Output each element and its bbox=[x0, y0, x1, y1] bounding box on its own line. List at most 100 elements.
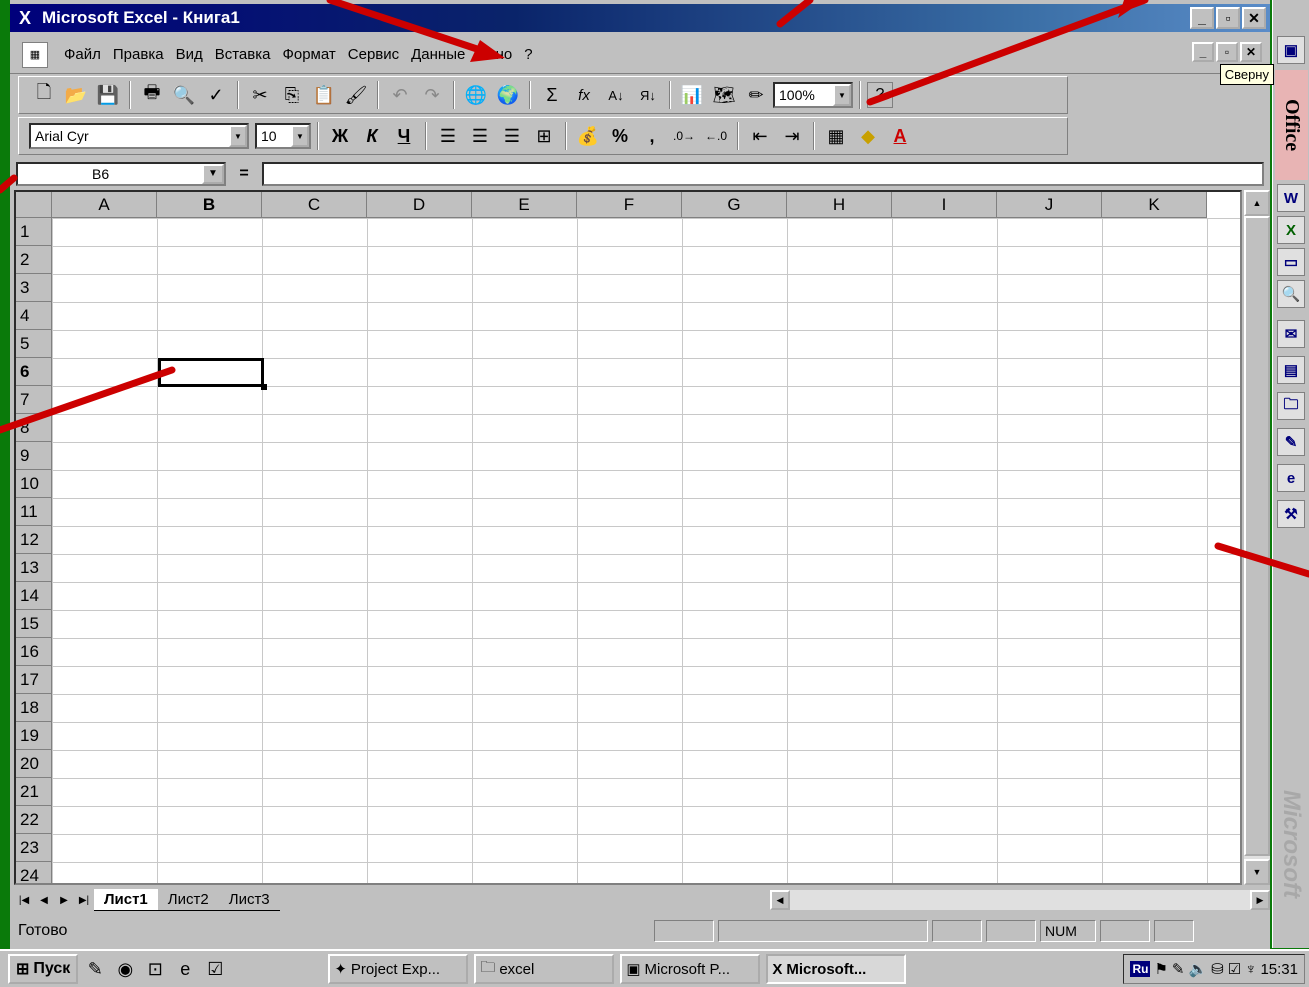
autosum-icon[interactable]: Σ bbox=[537, 80, 567, 110]
start-button[interactable]: ⊞ Пуск bbox=[8, 954, 79, 984]
save-icon[interactable]: 💾 bbox=[93, 80, 123, 110]
paste-icon[interactable]: 📋 bbox=[309, 80, 339, 110]
sort-descending-icon[interactable]: Я↓ bbox=[633, 80, 663, 110]
horizontal-scrollbar[interactable]: ◀ ▶ bbox=[770, 890, 1270, 910]
column-header[interactable]: I bbox=[892, 192, 997, 218]
comma-button[interactable]: , bbox=[637, 121, 667, 151]
decrease-indent-icon[interactable]: ⇤ bbox=[745, 121, 775, 151]
sheet-tab-1[interactable]: Лист1 bbox=[94, 889, 158, 911]
scroll-up-icon[interactable]: ▲ bbox=[1244, 190, 1270, 216]
column-header[interactable]: H bbox=[787, 192, 892, 218]
underline-button[interactable]: Ч bbox=[389, 121, 419, 151]
equals-button[interactable]: = bbox=[226, 165, 262, 183]
maximize-button[interactable]: ▫ bbox=[1216, 7, 1240, 29]
menu-help[interactable]: ? bbox=[518, 46, 538, 63]
align-right-icon[interactable]: ☰ bbox=[497, 121, 527, 151]
name-box[interactable]: B6 ▼ bbox=[16, 162, 226, 186]
sort-ascending-icon[interactable]: A↓ bbox=[601, 80, 631, 110]
undo-icon[interactable]: ↶ bbox=[385, 80, 415, 110]
menu-edit[interactable]: Правка bbox=[107, 46, 170, 63]
next-sheet-icon[interactable]: ▶ bbox=[54, 890, 74, 910]
excel-icon[interactable]: X bbox=[1277, 216, 1305, 244]
vertical-scrollbar[interactable]: ▲ ▼ bbox=[1244, 190, 1270, 885]
menu-tools[interactable]: Сервис bbox=[342, 46, 405, 63]
chevron-down-icon[interactable]: ▼ bbox=[291, 125, 309, 147]
increase-decimal-icon[interactable]: .0→ bbox=[669, 121, 699, 151]
row-header[interactable]: 11 bbox=[16, 498, 52, 526]
row-header[interactable]: 6 bbox=[16, 358, 52, 386]
quicklaunch-icon[interactable]: ◉ bbox=[112, 956, 138, 982]
row-header[interactable]: 8 bbox=[16, 414, 52, 442]
menu-data[interactable]: Данные bbox=[405, 46, 471, 63]
title-bar[interactable]: X Microsoft Excel - Книга1 _ ▫ ✕ bbox=[10, 4, 1270, 32]
tray-icon[interactable]: ⚑ bbox=[1154, 960, 1167, 978]
cell-area[interactable] bbox=[52, 218, 1240, 883]
row-header[interactable]: 22 bbox=[16, 806, 52, 834]
row-header[interactable]: 5 bbox=[16, 330, 52, 358]
align-left-icon[interactable]: ☰ bbox=[433, 121, 463, 151]
sheet-tab-3[interactable]: Лист3 bbox=[218, 889, 280, 911]
row-header[interactable]: 23 bbox=[16, 834, 52, 862]
column-header[interactable]: F bbox=[577, 192, 682, 218]
row-header[interactable]: 24 bbox=[16, 862, 52, 883]
row-header[interactable]: 17 bbox=[16, 666, 52, 694]
currency-icon[interactable]: 💰 bbox=[573, 121, 603, 151]
format-painter-icon[interactable]: 🖌 bbox=[341, 80, 371, 110]
doc-minimize-button[interactable]: _ bbox=[1192, 42, 1214, 62]
row-header[interactable]: 2 bbox=[16, 246, 52, 274]
merge-center-icon[interactable]: ⊞ bbox=[529, 121, 559, 151]
doc-restore-button[interactable]: ▫ bbox=[1216, 42, 1238, 62]
prev-sheet-icon[interactable]: ◀ bbox=[34, 890, 54, 910]
print-preview-icon[interactable]: 🔍 bbox=[169, 80, 199, 110]
column-header[interactable]: D bbox=[367, 192, 472, 218]
row-header[interactable]: 14 bbox=[16, 582, 52, 610]
fill-color-icon[interactable]: ◆ bbox=[853, 121, 883, 151]
column-header[interactable]: E bbox=[472, 192, 577, 218]
scroll-left-icon[interactable]: ◀ bbox=[770, 890, 790, 910]
open-icon[interactable]: 📂 bbox=[61, 80, 91, 110]
menu-file[interactable]: Файл bbox=[58, 46, 107, 63]
internet-explorer-icon[interactable]: e bbox=[1277, 464, 1305, 492]
row-header[interactable]: 20 bbox=[16, 750, 52, 778]
scroll-down-icon[interactable]: ▼ bbox=[1244, 859, 1270, 885]
close-button[interactable]: ✕ bbox=[1242, 7, 1266, 29]
italic-button[interactable]: К bbox=[357, 121, 387, 151]
note-icon[interactable]: ✎ bbox=[1277, 428, 1305, 456]
new-icon[interactable]: 🗋 bbox=[29, 80, 59, 110]
task-excel-folder[interactable]: 🗀 excel bbox=[474, 954, 615, 984]
bold-button[interactable]: Ж bbox=[325, 121, 355, 151]
drawing-icon[interactable]: ✏ bbox=[741, 80, 771, 110]
volume-icon[interactable]: 🔈 bbox=[1188, 960, 1207, 978]
print-icon[interactable]: 🖶 bbox=[137, 80, 167, 110]
doc-close-button[interactable]: ✕ bbox=[1240, 42, 1262, 62]
zoom-select[interactable]: 100% ▼ bbox=[773, 82, 853, 108]
menu-view[interactable]: Вид bbox=[170, 46, 209, 63]
column-header[interactable]: G bbox=[682, 192, 787, 218]
column-header[interactable]: C bbox=[262, 192, 367, 218]
quicklaunch-icon[interactable]: ✎ bbox=[82, 956, 108, 982]
chart-wizard-icon[interactable]: 📊 bbox=[677, 80, 707, 110]
outlook-icon[interactable]: ✉ bbox=[1277, 320, 1305, 348]
row-header[interactable]: 4 bbox=[16, 302, 52, 330]
chevron-down-icon[interactable]: ▼ bbox=[229, 125, 247, 147]
formula-input[interactable] bbox=[262, 162, 1264, 186]
document-icon[interactable]: ▦ bbox=[22, 41, 48, 68]
menu-window[interactable]: Окно bbox=[471, 46, 518, 63]
chevron-down-icon[interactable]: ▼ bbox=[833, 84, 851, 106]
explorer-icon[interactable]: 🗀 bbox=[1277, 392, 1305, 420]
row-header[interactable]: 18 bbox=[16, 694, 52, 722]
redo-icon[interactable]: ↷ bbox=[417, 80, 447, 110]
help-icon[interactable]: ? bbox=[867, 82, 893, 108]
sheet-tab-2[interactable]: Лист2 bbox=[157, 889, 219, 911]
web-toolbar-icon[interactable]: 🌍 bbox=[493, 80, 523, 110]
internet-explorer-icon[interactable]: e bbox=[172, 956, 198, 982]
row-header[interactable]: 3 bbox=[16, 274, 52, 302]
scroll-thumb[interactable] bbox=[1244, 216, 1270, 856]
row-header[interactable]: 12 bbox=[16, 526, 52, 554]
tools-icon[interactable]: ⚒ bbox=[1277, 500, 1305, 528]
row-header[interactable]: 1 bbox=[16, 218, 52, 246]
font-select[interactable]: Arial Cyr ▼ bbox=[29, 123, 249, 149]
row-header[interactable]: 9 bbox=[16, 442, 52, 470]
copy-icon[interactable]: ⎘ bbox=[277, 80, 307, 110]
map-icon[interactable]: 🗺 bbox=[709, 80, 739, 110]
